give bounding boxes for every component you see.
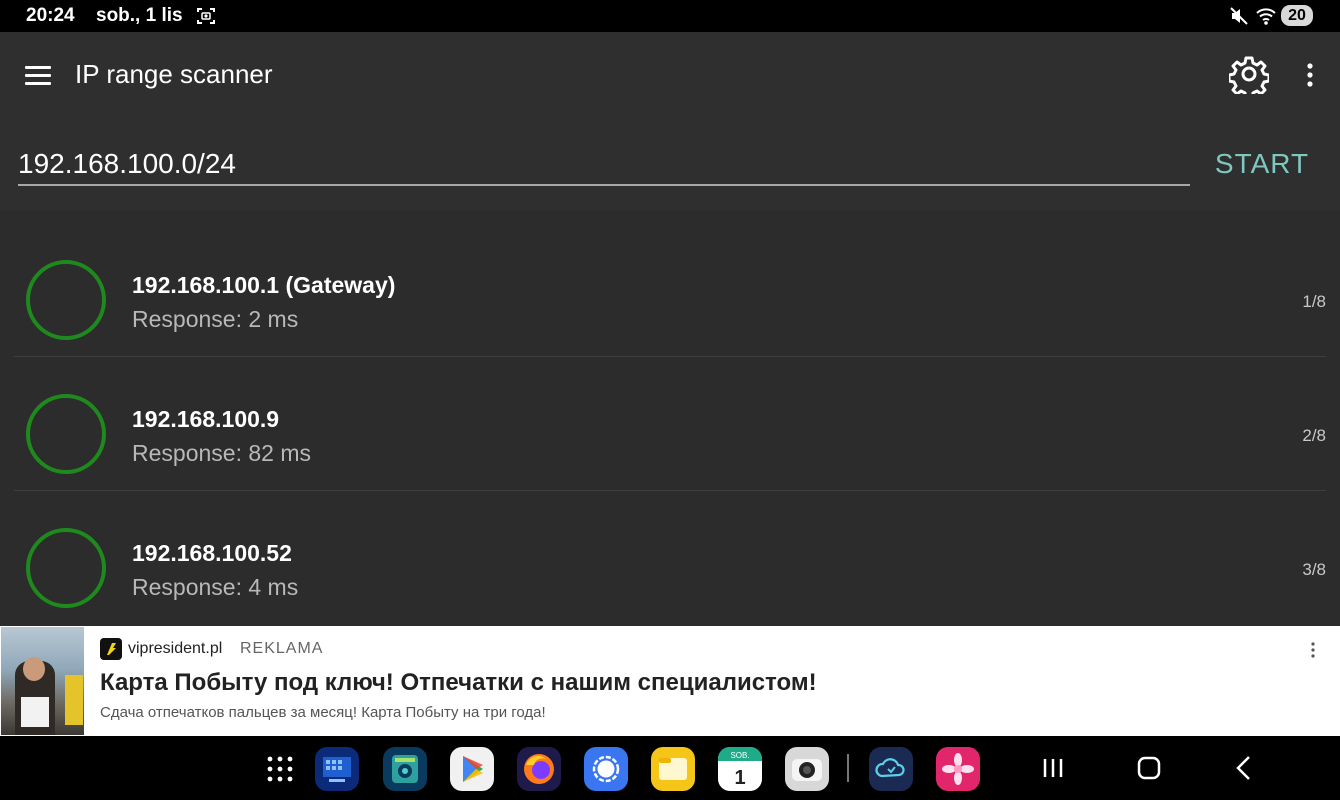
- result-row[interactable]: 192.168.100.9 Response: 82 ms 2/8: [14, 356, 1326, 491]
- wifi-icon: [1256, 8, 1276, 25]
- status-date: sob., 1 lis: [96, 5, 183, 26]
- mute-icon: [1230, 7, 1248, 25]
- firefox-icon[interactable]: [517, 747, 561, 791]
- ad-options-icon[interactable]: [1305, 640, 1321, 660]
- ad-headline[interactable]: Карта Побыту под ключ! Отпечатки с нашим…: [100, 669, 817, 697]
- app-drawer-icon[interactable]: [258, 747, 302, 791]
- result-list: 192.168.100.1 (Gateway) Response: 2 ms 1…: [0, 210, 1340, 626]
- status-bar: 20:24 sob., 1 lis 20: [0, 0, 1340, 32]
- status-ring-icon: [26, 260, 106, 340]
- home-button[interactable]: [1131, 750, 1167, 786]
- dock-divider: [847, 754, 849, 782]
- result-response: Response: 82 ms: [132, 440, 311, 466]
- status-ring-icon: [26, 394, 106, 474]
- calendar-day-number: 1: [734, 767, 745, 789]
- ad-description: Сдача отпечатков пальцев за месяц! Карта…: [100, 704, 546, 721]
- result-host: 192.168.100.52: [132, 540, 292, 566]
- navigation-dock: SOB. 1: [0, 736, 1340, 800]
- gear-icon[interactable]: [1229, 54, 1269, 94]
- status-time: 20:24: [26, 5, 75, 26]
- screenshot-icon: [197, 8, 215, 24]
- ad-banner[interactable]: vipresident.pl REKLAMA Карта Побыту под …: [0, 626, 1340, 736]
- calendar-day-label: SOB.: [730, 751, 749, 760]
- result-counter: 1/8: [1302, 292, 1326, 311]
- ad-source[interactable]: vipresident.pl: [128, 640, 222, 658]
- result-response: Response: 4 ms: [132, 574, 299, 600]
- menu-icon[interactable]: [25, 66, 51, 86]
- signal-icon[interactable]: [584, 747, 628, 791]
- gallery-icon[interactable]: [936, 747, 980, 791]
- battery-indicator: 20: [1281, 5, 1313, 26]
- result-row[interactable]: 192.168.100.52 Response: 4 ms 3/8: [14, 490, 1326, 624]
- calendar-icon[interactable]: SOB. 1: [718, 747, 762, 791]
- system-app-icon[interactable]: [383, 747, 427, 791]
- camera-icon[interactable]: [785, 747, 829, 791]
- ad-image: [1, 627, 84, 735]
- play-store-icon[interactable]: [450, 747, 494, 791]
- start-button[interactable]: START: [1206, 144, 1318, 184]
- ad-label: REKLAMA: [240, 640, 324, 657]
- result-counter: 2/8: [1302, 426, 1326, 445]
- status-ring-icon: [26, 528, 106, 608]
- cloud-app-icon[interactable]: [869, 747, 913, 791]
- files-icon[interactable]: [651, 747, 695, 791]
- result-host: 192.168.100.1 (Gateway): [132, 272, 396, 298]
- advertiser-logo-icon: [100, 638, 122, 660]
- back-button[interactable]: [1227, 750, 1263, 786]
- result-row[interactable]: 192.168.100.1 (Gateway) Response: 2 ms 1…: [14, 222, 1326, 357]
- app-bar: IP range scanner START: [0, 32, 1340, 210]
- recents-button[interactable]: [1035, 750, 1071, 786]
- this-pc-app-icon[interactable]: [315, 747, 359, 791]
- overflow-menu-icon[interactable]: [1300, 60, 1320, 90]
- result-host: 192.168.100.9: [132, 406, 280, 432]
- result-response: Response: 2 ms: [132, 306, 299, 332]
- ip-range-input[interactable]: [18, 144, 1190, 186]
- result-counter: 3/8: [1302, 560, 1326, 579]
- app-title: IP range scanner: [75, 59, 273, 89]
